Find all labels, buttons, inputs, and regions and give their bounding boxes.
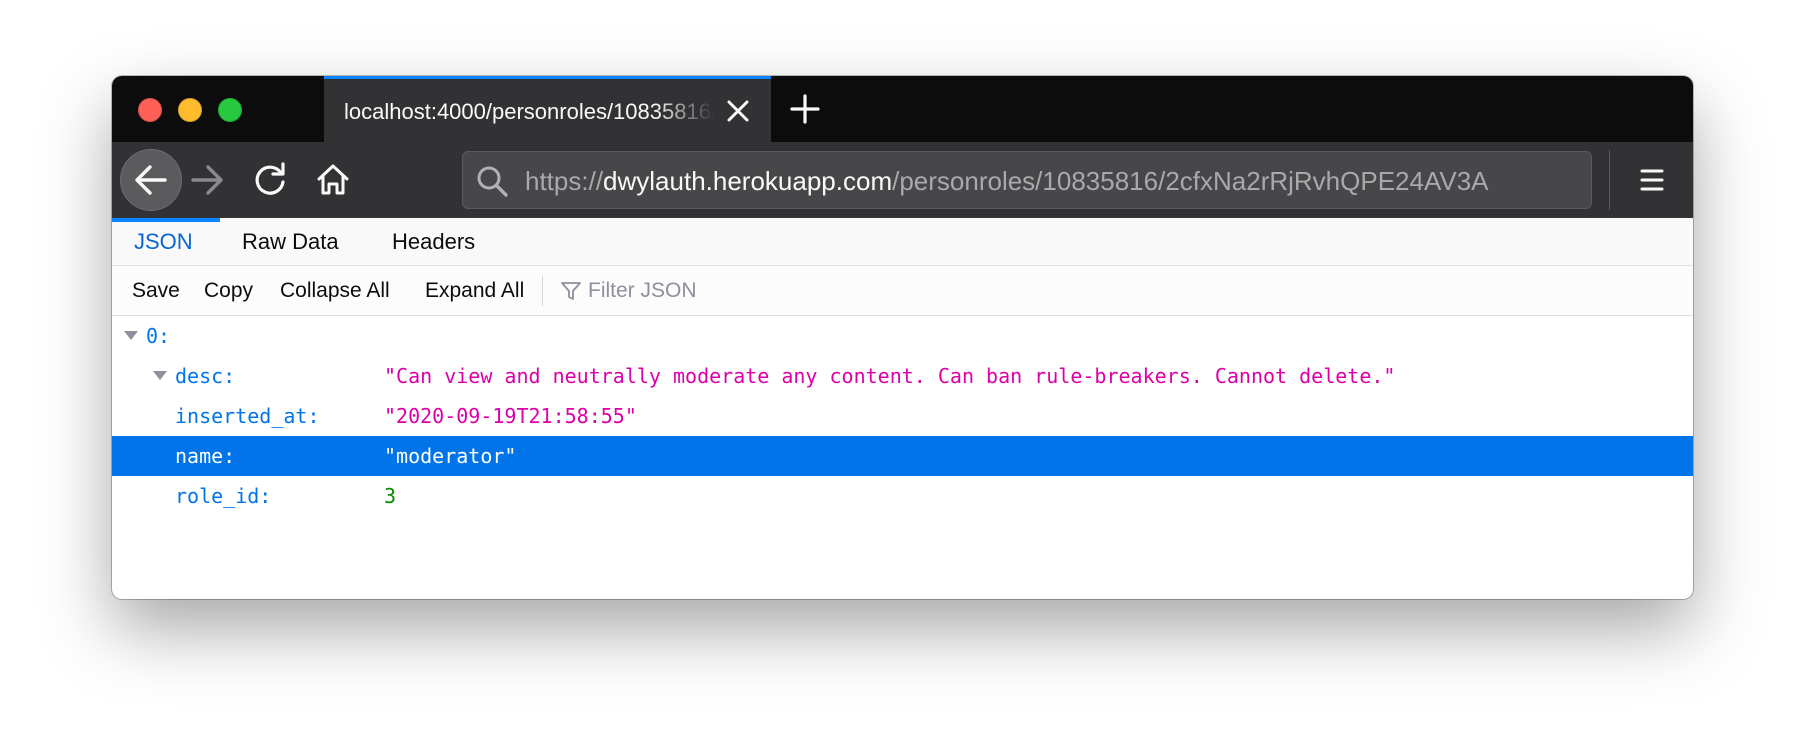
tree-row-role-id[interactable]: role_id: 3 [112,476,1693,516]
json-key: role_id: [175,484,272,508]
tree-row-desc[interactable]: desc: "Can view and neutrally moderate a… [112,356,1693,396]
search-icon [477,166,508,197]
viewer-tabs: JSON Raw Data Headers [112,218,1693,266]
back-arrow-icon [135,165,167,195]
tree-row-inserted-at[interactable]: inserted_at: "2020-09-19T21:58:55" [112,396,1693,436]
json-key: 0: [146,324,171,348]
tab-raw-data[interactable]: Raw Data [242,218,339,266]
collapse-all-button[interactable]: Collapse All [280,266,390,316]
reload-button[interactable] [239,149,301,211]
forward-arrow-icon [191,165,223,195]
tree-row-root[interactable]: 0: [112,316,1693,356]
tab-json[interactable]: JSON [134,218,193,266]
url-fade [1521,152,1591,208]
json-key: desc: [175,364,236,388]
json-value: 3 [384,484,397,508]
browser-window: localhost:4000/personroles/10835816/2cfx… [112,76,1693,599]
json-key: name: [175,444,236,468]
json-toolbar: Save Copy Collapse All Expand All [112,266,1693,316]
hamburger-menu-icon[interactable] [1632,162,1672,198]
url-host: dwylauth.herokuapp.com [603,166,893,196]
navigation-toolbar: https://dwylauth.herokuapp.com/personrol… [112,142,1693,218]
window-minimize-button[interactable] [178,98,202,122]
home-button[interactable] [302,149,364,211]
url-scheme: https:// [525,166,604,196]
back-button[interactable] [120,149,182,211]
url-path: /personroles/10835816/2cfxNa2rRjRvhQPE24… [892,166,1489,196]
expand-toggle-icon[interactable] [124,331,138,340]
browser-tab[interactable]: localhost:4000/personroles/10835816/2cfx… [324,76,771,142]
toolbar-divider [1609,150,1610,210]
expand-all-button[interactable]: Expand All [425,266,524,316]
url-text[interactable]: https://dwylauth.herokuapp.com/personrol… [525,165,1575,197]
tab-title-fade [654,93,714,131]
close-icon[interactable] [724,97,752,125]
filter-icon [561,282,581,300]
plus-icon[interactable] [788,92,822,126]
forward-button[interactable] [176,149,238,211]
home-icon [317,164,349,195]
filter-json-input[interactable] [588,274,888,308]
json-value: "2020-09-19T21:58:55" [384,404,637,428]
json-key: inserted_at: [175,404,320,428]
tab-headers[interactable]: Headers [392,218,475,266]
title-bar: localhost:4000/personroles/10835816/2cfx… [112,76,1693,142]
url-bar[interactable]: https://dwylauth.herokuapp.com/personrol… [462,151,1592,209]
window-close-button[interactable] [138,98,162,122]
json-value: "moderator" [384,444,517,468]
expand-toggle-icon[interactable] [153,371,167,380]
save-button[interactable]: Save [132,266,180,316]
reload-icon [255,162,285,195]
tree-row-name[interactable]: name: "moderator" [112,436,1693,476]
window-maximize-button[interactable] [218,98,242,122]
toolbar-separator [542,276,543,306]
copy-button[interactable]: Copy [204,266,253,316]
json-value: "Can view and neutrally moderate any con… [384,364,1396,388]
